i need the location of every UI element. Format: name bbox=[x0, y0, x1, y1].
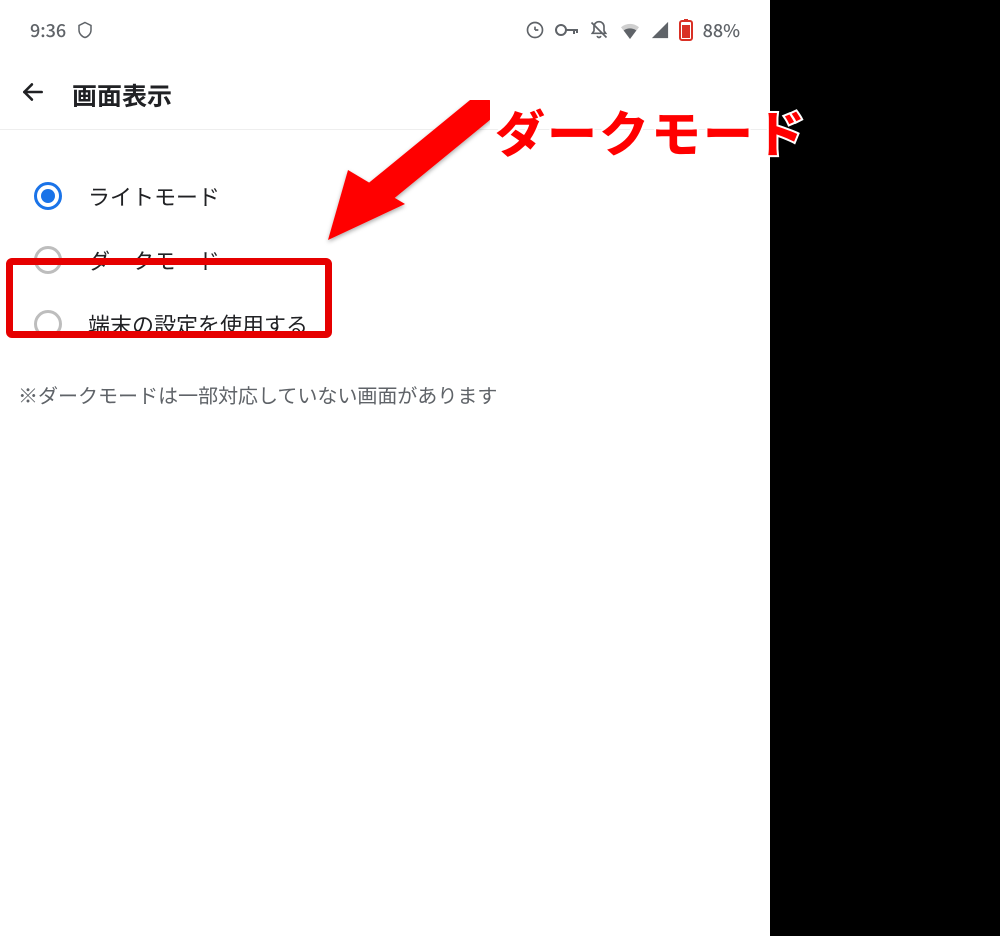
option-light-mode[interactable]: ライトモード bbox=[0, 164, 770, 228]
battery-percentage: 88% bbox=[703, 17, 740, 43]
status-time: 9:36 bbox=[30, 17, 66, 43]
page-title: 画面表示 bbox=[72, 77, 172, 113]
sync-icon bbox=[525, 20, 545, 40]
shield-icon bbox=[76, 20, 94, 40]
radio-icon bbox=[34, 310, 62, 338]
notifications-off-icon bbox=[589, 20, 609, 40]
status-bar: 9:36 bbox=[0, 0, 770, 60]
radio-icon bbox=[34, 246, 62, 274]
radio-icon bbox=[34, 182, 62, 210]
vpn-key-icon bbox=[555, 22, 579, 38]
option-label: ライトモード bbox=[88, 180, 220, 212]
back-button[interactable] bbox=[20, 79, 46, 110]
wifi-icon bbox=[619, 21, 641, 39]
option-use-device-setting[interactable]: 端末の設定を使用する bbox=[0, 292, 770, 356]
battery-icon bbox=[679, 19, 693, 41]
dark-mode-note: ※ダークモードは一部対応していない画面があります bbox=[0, 356, 770, 433]
option-label: ダークモード bbox=[88, 244, 220, 276]
callout-text: ダークモード bbox=[495, 95, 807, 167]
option-dark-mode[interactable]: ダークモード bbox=[0, 228, 770, 292]
option-label: 端末の設定を使用する bbox=[88, 308, 308, 340]
signal-icon bbox=[651, 21, 669, 39]
